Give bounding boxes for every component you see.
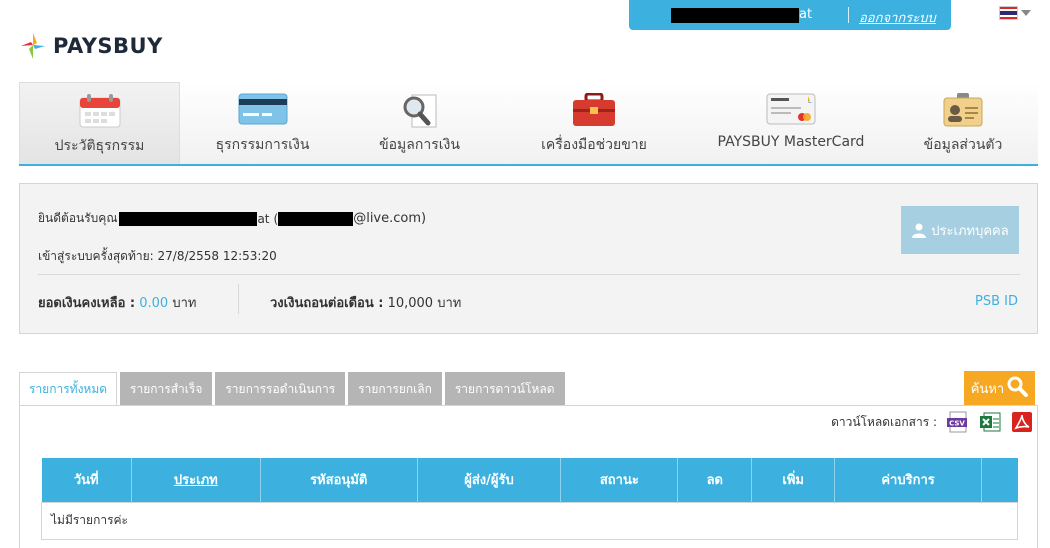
download-pdf-button[interactable] [1011, 411, 1033, 433]
balance-label: ยอดเงินคงเหลือ : [38, 296, 136, 311]
language-selector[interactable] [999, 6, 1031, 20]
tab-cancelled[interactable]: รายการยกเลิก [348, 372, 442, 405]
withdraw-limit-value: 10,000 [387, 296, 434, 311]
table-row: ไม่มีรายการค่ะ [41, 501, 1018, 540]
last-login: เข้าสู่ระบบครั้งสุดท้าย: 27/8/2558 12:53… [38, 247, 277, 266]
brand-name: PAYSBUY [53, 34, 163, 58]
toolbox-icon [573, 93, 615, 126]
nav-label: ข้อมูลส่วนตัว [923, 137, 1003, 153]
balance: ยอดเงินคงเหลือ : 0.00 บาท [38, 292, 196, 313]
welcome-name-suffix: at [257, 211, 270, 226]
csv-file-label: CSV [949, 420, 965, 428]
welcome-line: ยินดีต้อนรับคุณ at ( @live.com) [38, 209, 426, 228]
col-decrease: ลด [677, 458, 753, 502]
transactions-table: วันที่ ประเภท รหัสอนุมัติ ผู้ส่ง/ผู้รับ … [41, 458, 1018, 540]
col-sender-receiver: ผู้ส่ง/ผู้รับ [417, 458, 562, 502]
download-documents: ดาวน์โหลดเอกสาร : CSV [831, 411, 1033, 433]
withdraw-limit: วงเงินถอนต่อเดือน : 10,000 บาท [270, 292, 461, 313]
logout-link[interactable]: ออกจากระบบ [859, 7, 936, 28]
tab-pending[interactable]: รายการรอดำเนินการ [215, 372, 346, 405]
paysbuy-logo-icon [21, 33, 45, 59]
userbar-divider [848, 7, 849, 23]
psb-id-link[interactable]: PSB ID [975, 294, 1018, 309]
search-label: ค้นหา [970, 382, 1005, 397]
nav-label: ธุรกรรมการเงิน [215, 137, 310, 153]
balance-unit: บาท [172, 296, 197, 311]
balance-value: 0.00 [139, 296, 169, 311]
col-approval-code: รหัสอนุมัติ [260, 458, 418, 502]
nav-label: เครื่องมือช่วยขาย [541, 137, 647, 153]
col-date: วันที่ [41, 458, 132, 502]
nav-item-financial-info[interactable]: ข้อมูลการเงิน [345, 82, 494, 164]
col-extra [981, 458, 1018, 502]
tab-all[interactable]: รายการทั้งหมด [19, 372, 118, 406]
main-nav: ประวัติธุรกรรม ธุรกรรมการเงิน ข้อมูลการเ… [19, 82, 1038, 166]
search-button[interactable]: ค้นหา [964, 371, 1035, 405]
last-login-label: เข้าสู่ระบบครั้งสุดท้าย: [38, 249, 154, 263]
tab-downloads[interactable]: รายการดาวน์โหลด [444, 372, 565, 405]
thai-flag-icon [999, 6, 1018, 20]
id-badge-icon [943, 93, 983, 127]
account-summary-panel: ยินดีต้อนรับคุณ at ( @live.com) เข้าสู่ร… [19, 183, 1038, 334]
col-status: สถานะ [560, 458, 679, 502]
account-type-label: ประเภทบุคคล [931, 223, 1009, 239]
col-increase: เพิ่ม [751, 458, 836, 502]
nav-item-paysbuy-mastercard[interactable]: PAYSBUY MasterCard [694, 82, 888, 164]
tab-success[interactable]: รายการสำเร็จ [120, 372, 213, 405]
download-excel-button[interactable] [979, 411, 1001, 433]
account-type-button[interactable]: ประเภทบุคคล [901, 206, 1019, 254]
csv-file-icon: CSV [947, 411, 967, 433]
last-login-value: 27/8/2558 12:53:20 [157, 249, 277, 263]
transaction-tabs: รายการทั้งหมด รายการสำเร็จ รายการรอดำเนิ… [19, 372, 565, 406]
balance-divider [238, 284, 239, 314]
nav-item-personal-info[interactable]: ข้อมูลส่วนตัว [888, 82, 1038, 164]
col-type[interactable]: ประเภท [131, 458, 261, 502]
welcome-prefix: ยินดีต้อนรับคุณ [38, 211, 118, 225]
masked-username [671, 8, 799, 23]
search-icon [1007, 376, 1029, 397]
nav-item-financial-transactions[interactable]: ธุรกรรมการเงิน [180, 82, 345, 164]
magnifier-document-icon [403, 94, 436, 128]
col-type-label: ประเภท [173, 473, 218, 489]
mastercard-icon [766, 93, 816, 125]
col-fee: ค่าบริการ [834, 458, 982, 502]
download-csv-button[interactable]: CSV [947, 411, 969, 433]
nav-label: PAYSBUY MasterCard [717, 134, 865, 150]
masked-email [278, 211, 354, 226]
nav-item-sales-tools[interactable]: เครื่องมือช่วยขาย [494, 82, 694, 164]
calendar-icon [79, 94, 120, 128]
credit-card-icon [238, 93, 287, 125]
empty-message: ไม่มีรายการค่ะ [41, 501, 1018, 540]
nav-item-transaction-history[interactable]: ประวัติธุรกรรม [19, 82, 180, 164]
table-header-row: วันที่ ประเภท รหัสอนุมัติ ผู้ส่ง/ผู้รับ … [41, 458, 1018, 502]
excel-file-icon [980, 412, 1001, 432]
panel-divider [38, 274, 1020, 275]
transactions-content: ดาวน์โหลดเอกสาร : CSV วันที่ ประเภท รหัส… [19, 405, 1038, 548]
pdf-file-icon [1012, 412, 1032, 432]
download-label: ดาวน์โหลดเอกสาร : [831, 414, 937, 429]
email-suffix: @live.com) [353, 211, 427, 226]
brand-logo[interactable]: PAYSBUY [19, 31, 163, 61]
user-icon [912, 223, 927, 238]
username-suffix: at [799, 7, 813, 22]
nav-label: ประวัติธุรกรรม [54, 138, 145, 154]
nav-label: ข้อมูลการเงิน [379, 137, 460, 153]
withdraw-limit-label: วงเงินถอนต่อเดือน : [270, 296, 384, 311]
masked-name [119, 211, 258, 226]
chevron-down-icon [1021, 10, 1031, 16]
user-bar: at ออกจากระบบ [629, 0, 951, 30]
withdraw-limit-unit: บาท [437, 296, 462, 311]
